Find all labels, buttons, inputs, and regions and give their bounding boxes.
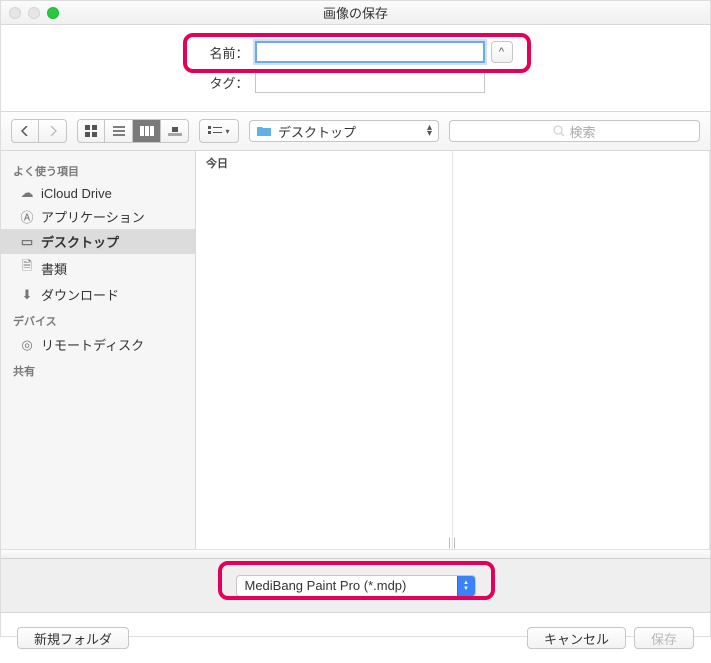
sidebar-item-desktop[interactable]: ▭ デスクトップ [1, 229, 195, 254]
column-browser: 今日 || [196, 151, 710, 549]
filename-input[interactable] [255, 41, 485, 63]
main-browser: よく使う項目 ☁︎ iCloud Drive Ⓐ アプリケーション ▭ デスクト… [1, 151, 710, 549]
apps-icon: Ⓐ [19, 207, 35, 226]
traffic-lights [9, 7, 59, 19]
sidebar-item-icloud[interactable]: ☁︎ iCloud Drive [1, 182, 195, 204]
minimize-window-button[interactable] [28, 7, 40, 19]
file-format-select[interactable]: MediBang Paint Pro (*.mdp) ▲▼ [236, 575, 476, 597]
search-icon [553, 125, 565, 137]
name-label: 名前： [199, 43, 249, 62]
chevron-right-icon [49, 126, 57, 136]
coverflow-icon [168, 126, 182, 136]
cloud-icon: ☁︎ [19, 185, 35, 201]
search-placeholder: 検索 [569, 122, 595, 141]
arrange-button[interactable]: ▾ [199, 119, 239, 143]
sidebar-section-devices: デバイス [1, 307, 195, 332]
window-title: 画像の保存 [1, 3, 710, 22]
download-icon: ⬇︎ [19, 287, 35, 303]
browser-column-0[interactable]: 今日 [196, 151, 453, 549]
nav-back-button[interactable] [11, 119, 39, 143]
search-input[interactable]: 検索 [449, 120, 700, 142]
action-bar: 新規フォルダ キャンセル 保存 [1, 613, 710, 663]
browser-column-1[interactable] [453, 151, 710, 549]
sidebar: よく使う項目 ☁︎ iCloud Drive Ⓐ アプリケーション ▭ デスクト… [1, 151, 196, 549]
location-popup[interactable]: デスクトップ ▴▾ [249, 120, 439, 142]
icon-view-button[interactable] [77, 119, 105, 143]
chevron-left-icon [21, 126, 29, 136]
updown-icon: ▲▼ [457, 576, 475, 596]
tag-label: タグ： [199, 73, 249, 92]
maximize-window-button[interactable] [47, 7, 59, 19]
sidebar-item-documents[interactable]: 🗎 書類 [1, 254, 195, 282]
cover-flow-view-button[interactable] [161, 119, 189, 143]
sidebar-item-label: iCloud Drive [41, 186, 112, 201]
sidebar-item-label: 書類 [41, 259, 67, 278]
sidebar-item-applications[interactable]: Ⓐ アプリケーション [1, 204, 195, 229]
column-resize-handle[interactable]: || [448, 535, 458, 549]
disc-icon: ◎ [19, 337, 35, 353]
path-bar-strip [1, 549, 710, 559]
desktop-icon: ▭ [19, 234, 35, 250]
list-icon [113, 126, 125, 136]
tags-input[interactable] [255, 71, 485, 93]
sidebar-item-label: デスクトップ [41, 232, 119, 251]
sidebar-item-downloads[interactable]: ⬇︎ ダウンロード [1, 282, 195, 307]
docs-icon: 🗎 [19, 257, 35, 279]
sidebar-section-favorites: よく使う項目 [1, 157, 195, 182]
arrange-icon [208, 126, 222, 136]
sidebar-item-label: リモートディスク [41, 335, 144, 354]
column-view-button[interactable] [133, 119, 161, 143]
cancel-button[interactable]: キャンセル [527, 627, 626, 649]
columns-icon [140, 126, 154, 136]
file-format-value: MediBang Paint Pro (*.mdp) [237, 578, 457, 593]
file-format-row: MediBang Paint Pro (*.mdp) ▲▼ [1, 559, 710, 613]
sidebar-section-shared: 共有 [1, 357, 195, 382]
nav-forward-button[interactable] [39, 119, 67, 143]
window-titlebar: 画像の保存 [1, 1, 710, 25]
new-folder-button[interactable]: 新規フォルダ [17, 627, 129, 649]
name-tag-area: 名前： ^ タグ： [1, 25, 710, 111]
sidebar-item-label: アプリケーション [41, 207, 145, 226]
updown-icon: ▴▾ [427, 125, 432, 137]
close-window-button[interactable] [9, 7, 21, 19]
column-header: 今日 [196, 151, 452, 175]
folder-icon [256, 125, 272, 137]
list-view-button[interactable] [105, 119, 133, 143]
sidebar-item-remote-disc[interactable]: ◎ リモートディスク [1, 332, 195, 357]
chevron-up-icon: ^ [499, 46, 504, 58]
location-label: デスクトップ [278, 122, 356, 141]
toolbar: ▾ デスクトップ ▴▾ 検索 [1, 111, 710, 151]
expand-collapse-button[interactable]: ^ [491, 41, 513, 63]
sidebar-item-label: ダウンロード [41, 285, 119, 304]
grid-icon [85, 125, 97, 137]
save-button[interactable]: 保存 [634, 627, 694, 649]
